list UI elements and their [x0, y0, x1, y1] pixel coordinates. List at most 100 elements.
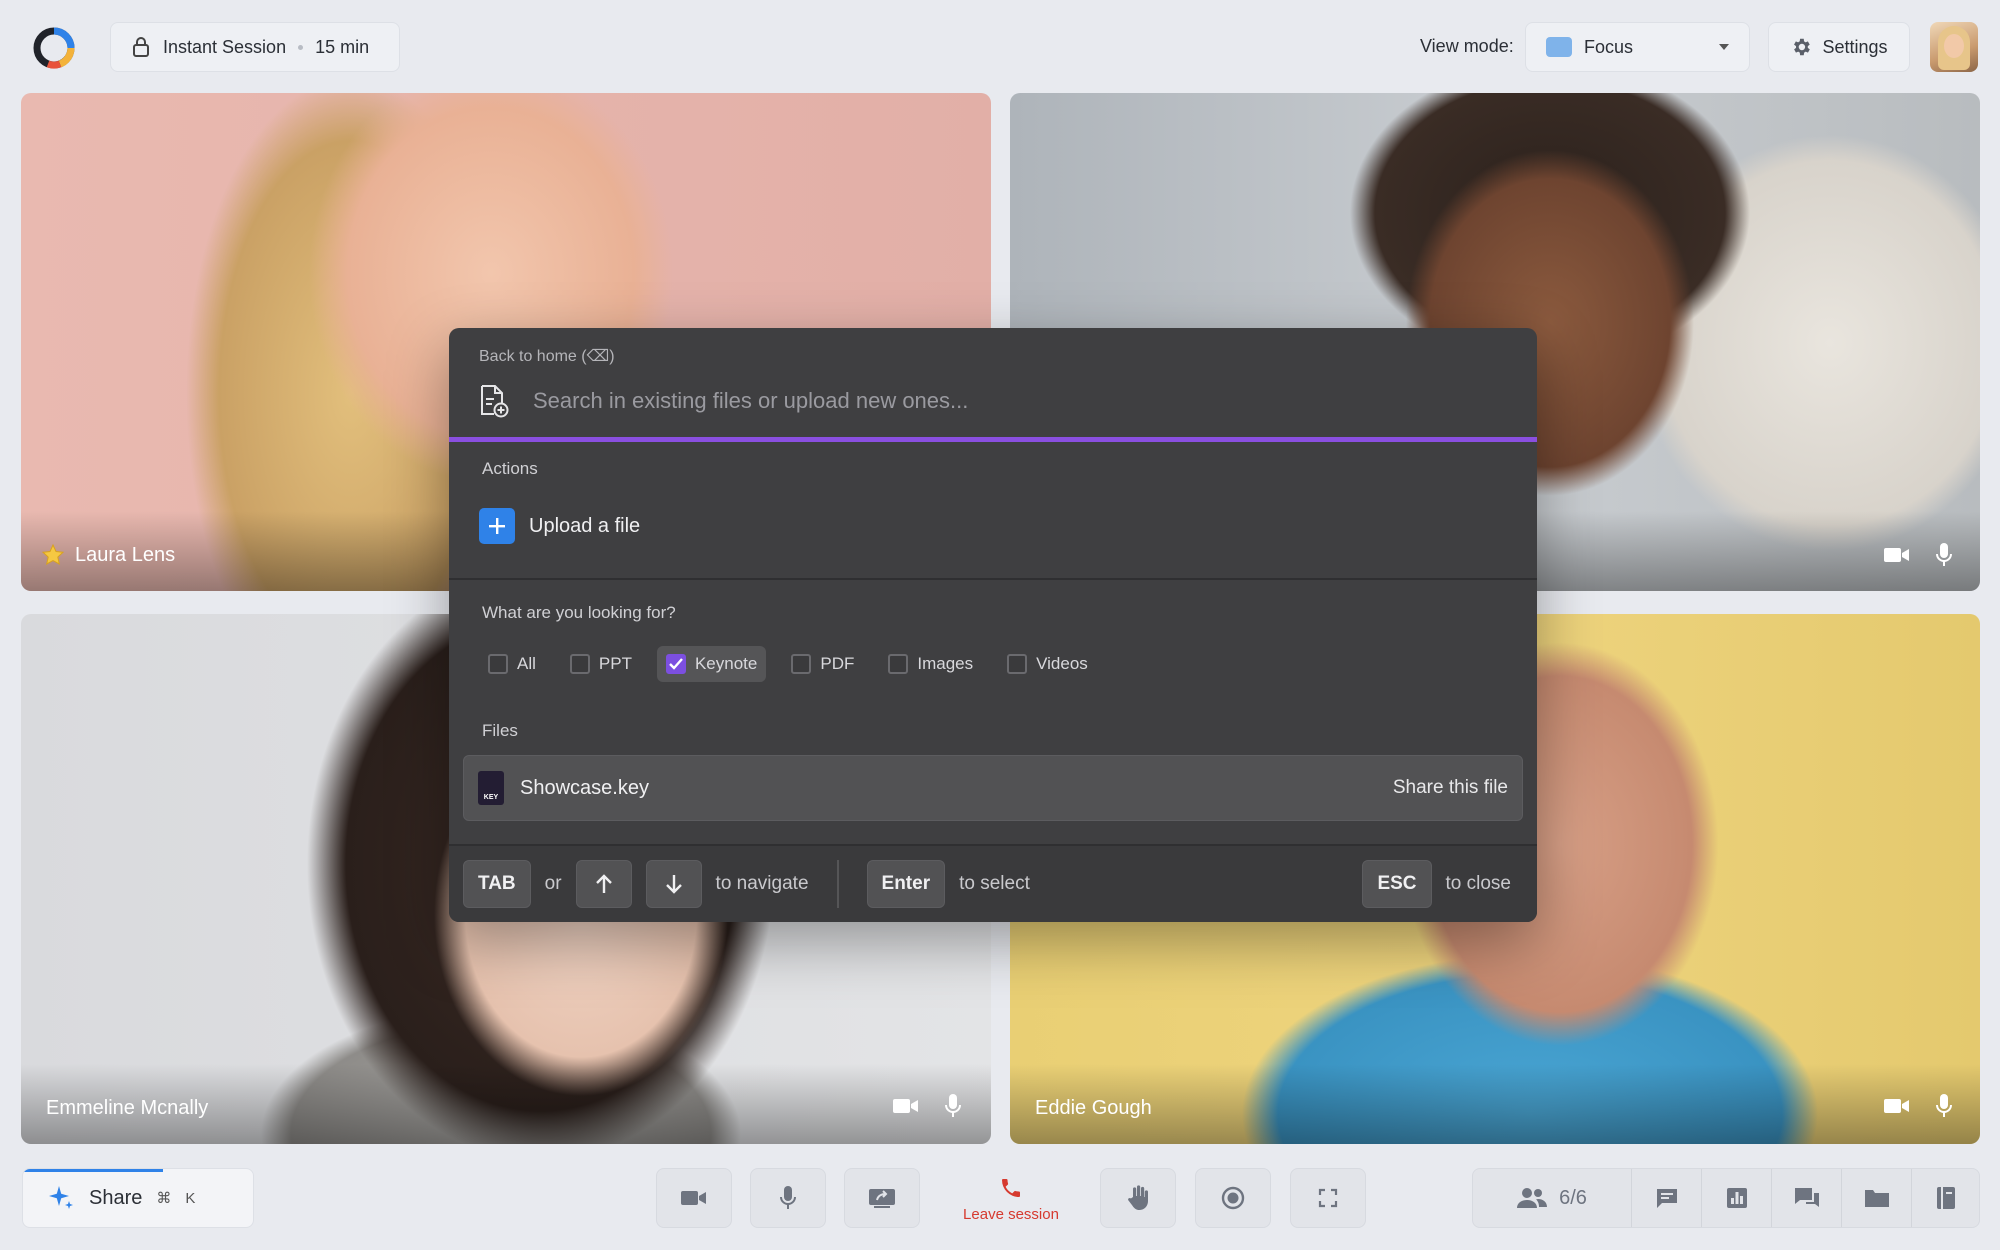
- record-icon: [1221, 1186, 1245, 1210]
- keyboard-hints: TAB or to navigate Enter to select ESC t…: [449, 844, 1537, 922]
- upload-file-action[interactable]: Upload a file: [479, 508, 640, 544]
- microphone-icon[interactable]: [1936, 1094, 1952, 1118]
- filter-heading: What are you looking for?: [482, 603, 676, 622]
- actions-heading: Actions: [482, 459, 538, 478]
- search-row: [479, 384, 1433, 418]
- camera-toggle-button[interactable]: [656, 1168, 732, 1228]
- checkmark-icon: [669, 658, 683, 670]
- bar-chart-icon: [1726, 1188, 1747, 1208]
- tab-key: TAB: [463, 860, 531, 908]
- arrow-up-icon: [575, 860, 632, 908]
- checkbox[interactable]: [791, 654, 812, 674]
- filter-label: Videos: [1036, 654, 1088, 673]
- enter-key: Enter: [866, 860, 946, 908]
- search-accent-bar: [449, 437, 1537, 442]
- participant-name: Laura Lens: [75, 543, 176, 566]
- fullscreen-icon: [1318, 1188, 1338, 1208]
- microphone-icon[interactable]: [1936, 543, 1952, 567]
- filter-ppt[interactable]: PPT: [561, 646, 641, 682]
- filter-keynote[interactable]: Keynote: [656, 646, 767, 682]
- esc-key: ESC: [1362, 860, 1432, 908]
- separator-dot: [298, 44, 304, 50]
- files-heading: Files: [482, 721, 518, 740]
- microphone-toggle-button[interactable]: [750, 1168, 826, 1228]
- file-search-input[interactable]: [533, 388, 1433, 414]
- chat-button[interactable]: [1631, 1169, 1701, 1227]
- checkbox[interactable]: [569, 654, 590, 674]
- session-title: Instant Session: [163, 36, 287, 57]
- user-avatar[interactable]: [1930, 22, 1978, 72]
- question-chat-icon: [1794, 1188, 1819, 1207]
- session-duration: 15 min: [315, 36, 370, 57]
- filter-images[interactable]: Images: [879, 646, 982, 682]
- session-info[interactable]: Instant Session 15 min: [110, 22, 400, 72]
- view-mode-value: Focus: [1584, 36, 1634, 57]
- file-picker-modal: Back to home (⌫) Actions Upload a file W…: [449, 328, 1537, 922]
- participant-name-tag: Eddie Gough: [1035, 1097, 1152, 1120]
- upload-file-label: Upload a file: [529, 514, 641, 537]
- chat-icon: [1656, 1189, 1677, 1208]
- leave-session-button[interactable]: Leave session: [952, 1170, 1070, 1228]
- files-button[interactable]: [1841, 1169, 1911, 1227]
- back-to-home-link[interactable]: Back to home (⌫): [479, 346, 615, 366]
- screen-share-button[interactable]: [844, 1168, 920, 1228]
- checkbox[interactable]: [888, 654, 909, 674]
- share-button[interactable]: Share ⌘ K: [22, 1168, 254, 1228]
- polls-button[interactable]: [1701, 1169, 1771, 1227]
- hint-divider: [836, 860, 839, 908]
- file-item-showcase[interactable]: KEY Showcase.key Share this file: [463, 755, 1523, 821]
- fullscreen-button[interactable]: [1290, 1168, 1366, 1228]
- gear-icon: [1794, 38, 1811, 56]
- microphone-icon[interactable]: [945, 1094, 961, 1118]
- qa-button[interactable]: [1771, 1169, 1841, 1227]
- people-icon: [1517, 1188, 1548, 1208]
- session-tools-group: 6/6: [1472, 1168, 1980, 1228]
- share-label: Share: [89, 1186, 143, 1209]
- arrow-down-icon: [645, 860, 702, 908]
- participant-name: Eddie Gough: [1035, 1097, 1152, 1119]
- notebook-icon: [1936, 1187, 1955, 1209]
- participant-count: 6/6: [1559, 1186, 1587, 1209]
- participants-button[interactable]: 6/6: [1473, 1169, 1631, 1227]
- filter-videos[interactable]: Videos: [998, 646, 1097, 682]
- star-icon: [41, 543, 65, 565]
- camera-icon[interactable]: [1884, 546, 1910, 564]
- filter-label: Images: [917, 654, 974, 673]
- keynote-file-icon: KEY: [478, 771, 504, 805]
- participant-name: Emmeline Mcnally: [46, 1097, 209, 1119]
- file-name: Showcase.key: [520, 776, 649, 799]
- checkbox[interactable]: [1007, 654, 1028, 674]
- settings-button[interactable]: Settings: [1768, 22, 1910, 72]
- select-hint: to select: [959, 873, 1030, 894]
- chevron-down-icon: [1719, 44, 1729, 50]
- phone-hangup-icon: [1002, 1178, 1020, 1197]
- notes-button[interactable]: [1911, 1169, 1979, 1227]
- lock-icon: [133, 37, 149, 57]
- close-hint: to close: [1445, 873, 1511, 894]
- app-logo: [30, 24, 78, 72]
- view-mode-select[interactable]: Focus: [1525, 22, 1750, 72]
- plus-icon: [479, 508, 515, 544]
- camera-icon[interactable]: [1884, 1097, 1910, 1115]
- share-this-file-button[interactable]: Share this file: [1393, 777, 1508, 799]
- microphone-icon: [780, 1186, 796, 1209]
- filter-pdf[interactable]: PDF: [782, 646, 863, 682]
- screen-share-icon: [869, 1189, 895, 1208]
- folder-icon: [1864, 1190, 1889, 1207]
- view-mode-label: View mode:: [1420, 36, 1514, 56]
- raise-hand-button[interactable]: [1100, 1168, 1176, 1228]
- or-text: or: [544, 873, 562, 894]
- shortcut-cmd: ⌘: [156, 1190, 172, 1207]
- camera-icon: [681, 1191, 706, 1205]
- participant-name-tag: Laura Lens: [41, 543, 175, 567]
- filter-all[interactable]: All: [479, 646, 545, 682]
- file-type-filters: All PPT Keynote PDF Images Videos: [479, 646, 1097, 682]
- participant-name-tag: Emmeline Mcnally: [46, 1097, 208, 1120]
- camera-icon[interactable]: [893, 1097, 919, 1115]
- navigate-hint: to navigate: [715, 873, 809, 894]
- checkbox-checked[interactable]: [665, 654, 686, 674]
- share-progress: [23, 1169, 163, 1172]
- leave-session-label: Leave session: [963, 1205, 1059, 1223]
- record-button[interactable]: [1195, 1168, 1271, 1228]
- checkbox[interactable]: [488, 654, 508, 674]
